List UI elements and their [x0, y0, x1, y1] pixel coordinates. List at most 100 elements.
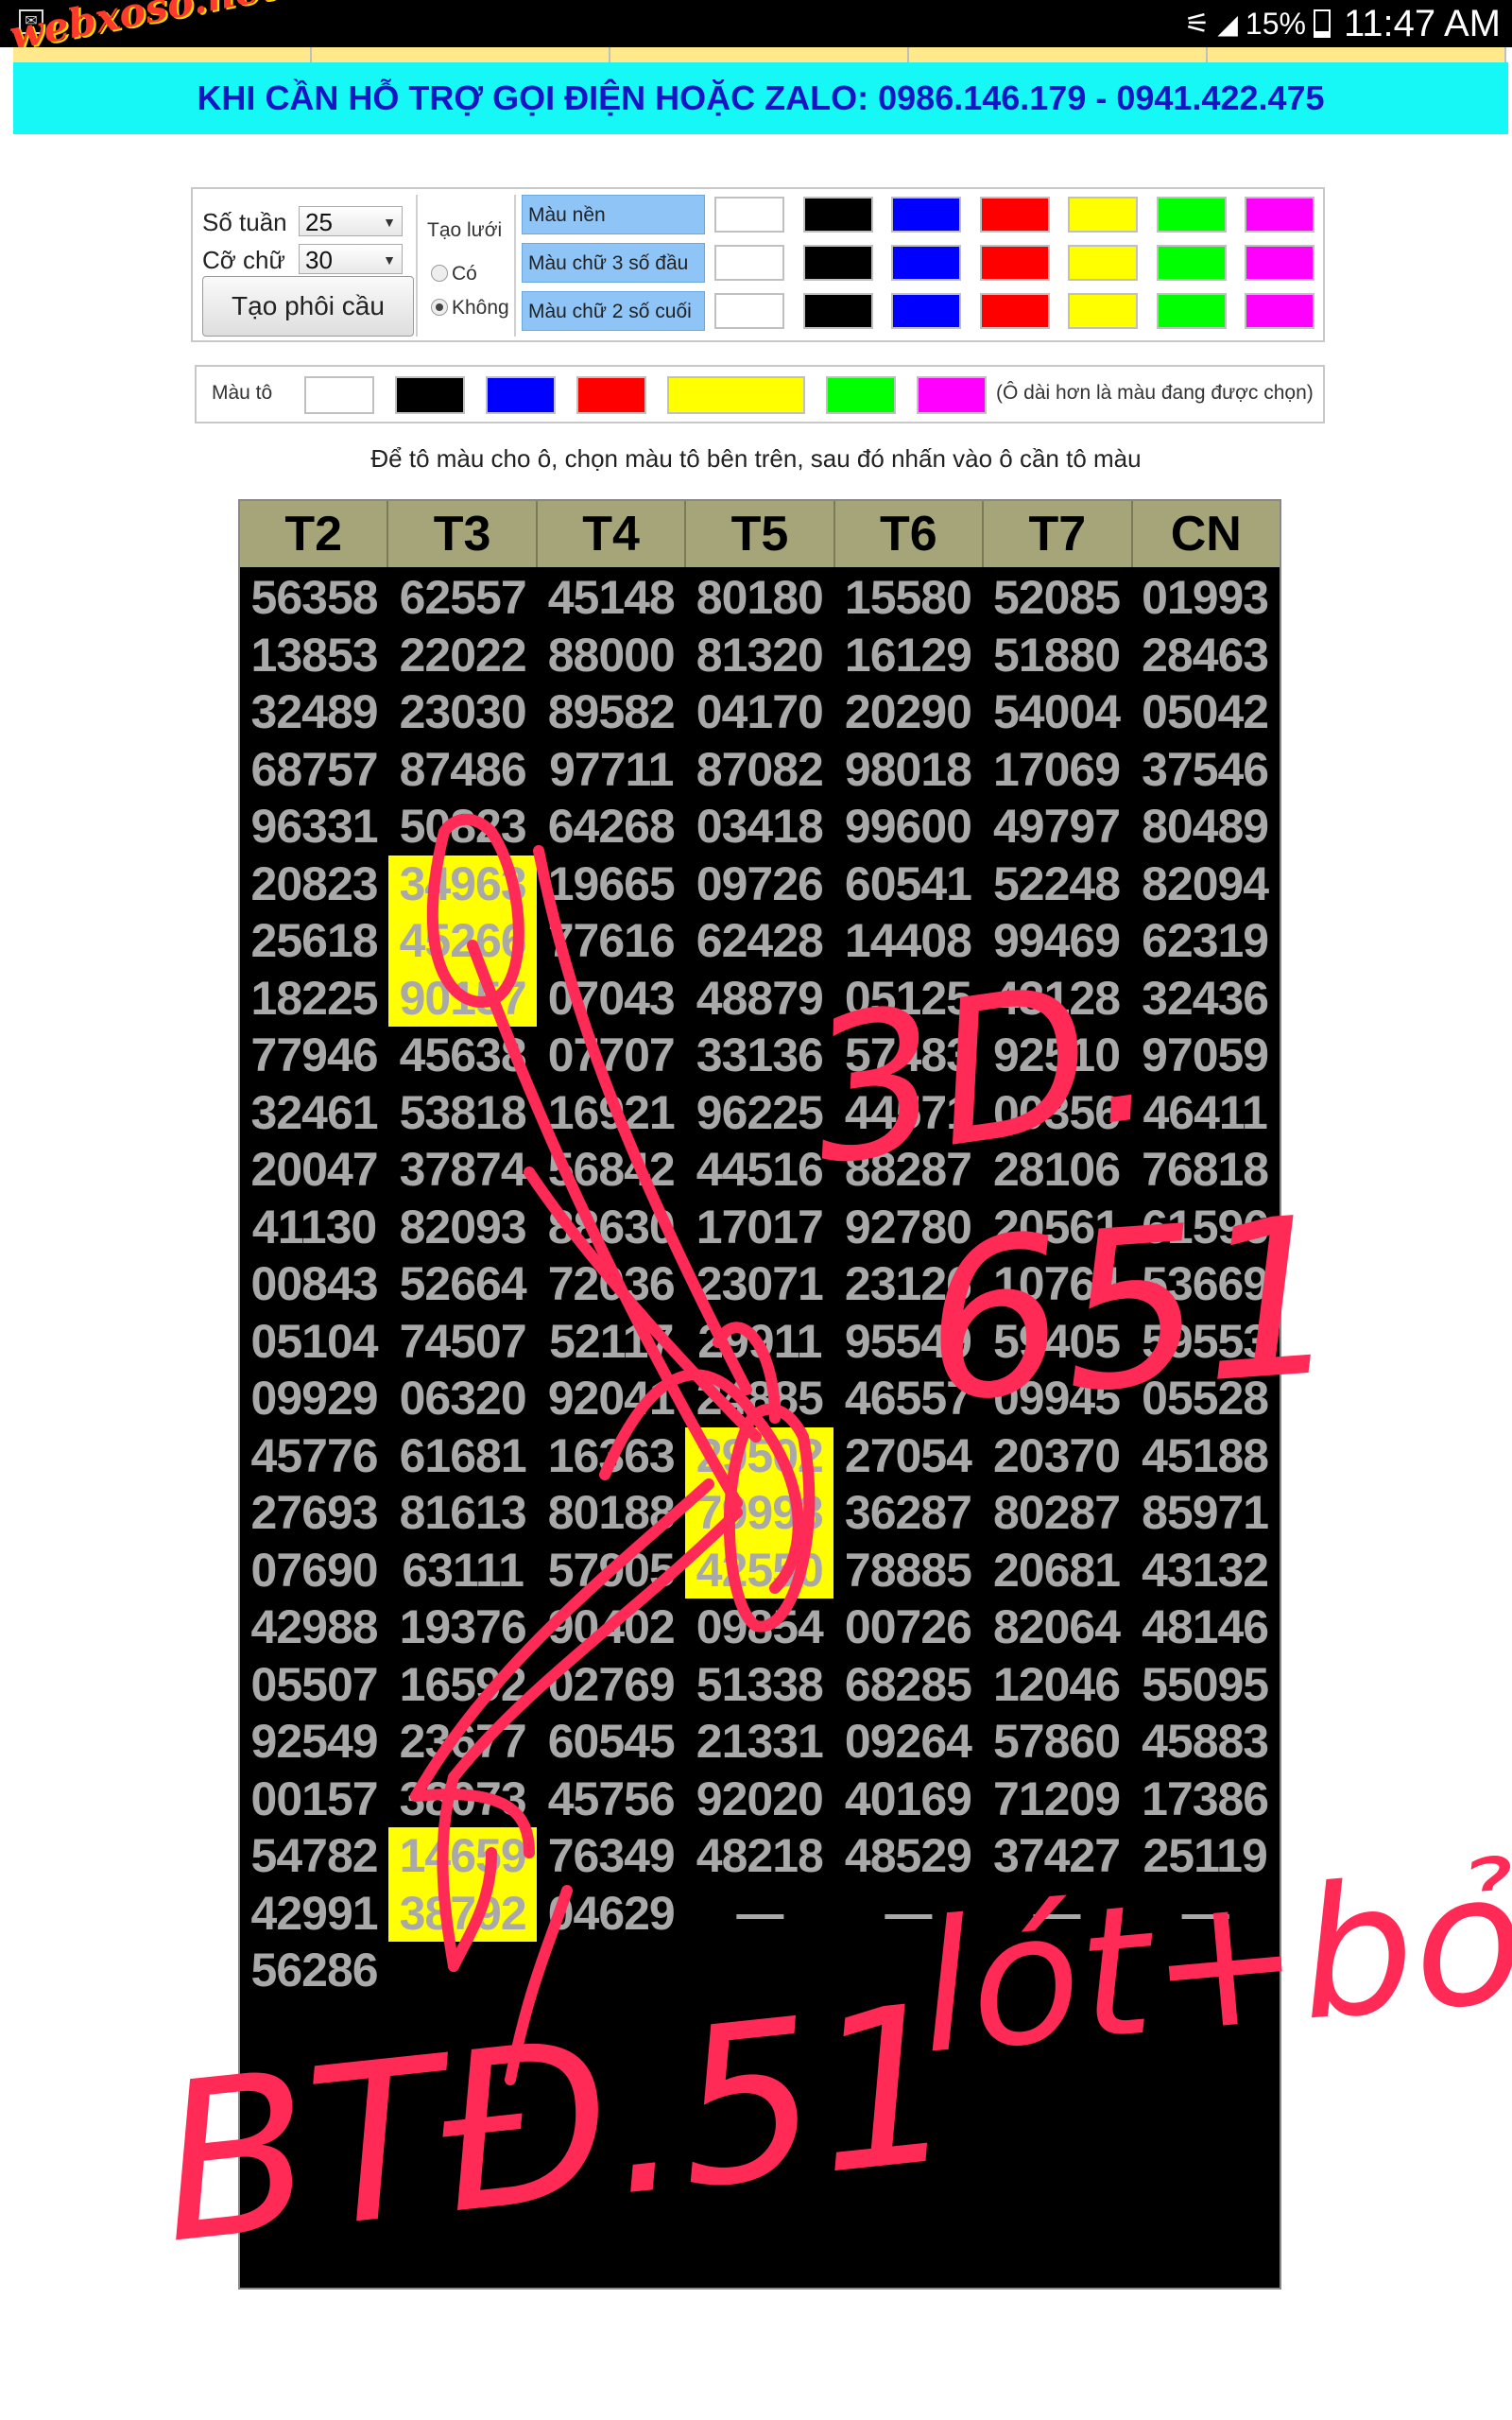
result-cell[interactable]: 12046	[982, 1656, 1130, 1714]
result-cell[interactable]: 62428	[685, 912, 833, 970]
result-cell[interactable]: 19376	[388, 1599, 537, 1656]
result-cell[interactable]: 05528	[1131, 1370, 1280, 1427]
result-cell[interactable]: 13853	[240, 627, 388, 684]
color-swatch[interactable]	[891, 197, 961, 233]
result-cell[interactable]: 64268	[537, 798, 685, 856]
result-cell[interactable]: 16363	[537, 1427, 685, 1485]
result-cell[interactable]: 52664	[388, 1255, 537, 1313]
result-cell[interactable]: 68757	[240, 741, 388, 799]
result-cell[interactable]: 09264	[833, 1713, 982, 1771]
result-cell[interactable]: 63111	[388, 1542, 537, 1599]
result-cell[interactable]: 97059	[1131, 1027, 1280, 1084]
result-cell[interactable]: —	[1131, 1885, 1280, 1943]
result-cell[interactable]: 00356	[982, 1084, 1130, 1142]
color-swatch[interactable]	[1245, 293, 1314, 329]
result-cell[interactable]: 17386	[1131, 1771, 1280, 1828]
color-swatch[interactable]	[1156, 245, 1227, 281]
result-cell[interactable]: 27693	[240, 1484, 388, 1542]
result-cell[interactable]: 76818	[1131, 1141, 1280, 1199]
result-cell[interactable]: 92780	[833, 1199, 982, 1256]
result-cell[interactable]: 71209	[982, 1771, 1130, 1828]
result-cell[interactable]: 29911	[685, 1313, 833, 1371]
result-cell[interactable]: 59405	[982, 1313, 1130, 1371]
result-cell[interactable]: 99600	[833, 798, 982, 856]
result-cell[interactable]: 90402	[537, 1599, 685, 1656]
result-cell[interactable]: 02769	[537, 1656, 685, 1714]
result-cell[interactable]: 00843	[240, 1255, 388, 1313]
result-cell[interactable]: 41130	[240, 1199, 388, 1256]
result-cell[interactable]: 09945	[982, 1370, 1130, 1427]
result-cell[interactable]: 38792	[388, 1884, 538, 1942]
result-cell[interactable]: 07707	[537, 1027, 685, 1084]
result-cell[interactable]: 09726	[685, 856, 833, 913]
result-cell[interactable]: 03418	[685, 798, 833, 856]
result-cell[interactable]: 52085	[982, 569, 1130, 627]
result-cell[interactable]: 05042	[1131, 683, 1280, 741]
result-cell[interactable]: 15580	[833, 569, 982, 627]
result-cell[interactable]: 48879	[685, 970, 833, 1028]
result-cell[interactable]: 88287	[833, 1141, 982, 1199]
color-swatch[interactable]	[802, 293, 873, 329]
color-swatch[interactable]	[1245, 245, 1314, 281]
result-cell[interactable]: 97711	[537, 741, 685, 799]
nav-item[interactable]	[13, 47, 312, 62]
result-cell[interactable]: 51880	[982, 627, 1130, 684]
result-cell[interactable]: 68285	[833, 1656, 982, 1714]
fill-color-swatch[interactable]	[486, 376, 556, 414]
color-swatch[interactable]	[1068, 197, 1138, 233]
result-cell[interactable]: 74507	[388, 1313, 537, 1371]
result-cell[interactable]: —	[685, 1885, 833, 1943]
color-swatch[interactable]	[802, 245, 873, 281]
result-cell[interactable]	[982, 1942, 1130, 1999]
result-cell[interactable]: 04629	[537, 1885, 685, 1943]
fill-color-swatch[interactable]	[917, 376, 987, 414]
result-cell[interactable]: 14659	[388, 1827, 538, 1885]
result-cell[interactable]: 56286	[240, 1942, 388, 1999]
result-cell[interactable]: 80180	[685, 569, 833, 627]
result-cell[interactable]: 01993	[1131, 569, 1280, 627]
fill-color-swatch[interactable]	[667, 376, 805, 414]
result-cell[interactable]: 23677	[388, 1713, 537, 1771]
result-cell[interactable]: 57483	[833, 1027, 982, 1084]
result-cell[interactable]: 56358	[240, 569, 388, 627]
result-cell[interactable]: 18225	[240, 970, 388, 1028]
result-cell[interactable]: 45756	[537, 1771, 685, 1828]
result-cell[interactable]: 32461	[240, 1084, 388, 1142]
color-swatch[interactable]	[714, 245, 784, 281]
result-cell[interactable]	[833, 1942, 982, 1999]
result-cell[interactable]: 37546	[1131, 741, 1280, 799]
result-cell[interactable]: 23030	[388, 683, 537, 741]
result-cell[interactable]: 76349	[537, 1827, 685, 1885]
result-cell[interactable]: 52248	[982, 856, 1130, 913]
result-cell[interactable]: 00726	[833, 1599, 982, 1656]
result-cell[interactable]: 07690	[240, 1542, 388, 1599]
result-cell[interactable]: 87486	[388, 741, 537, 799]
result-cell[interactable]: 42988	[240, 1599, 388, 1656]
result-cell[interactable]: 45266	[388, 912, 538, 970]
result-cell[interactable]: 21331	[685, 1713, 833, 1771]
result-cell[interactable]: 56842	[537, 1141, 685, 1199]
nav-item[interactable]	[610, 47, 909, 62]
result-cell[interactable]: 14408	[833, 912, 982, 970]
create-button[interactable]: Tạo phôi cầu	[202, 276, 414, 337]
result-cell[interactable]: 79993	[685, 1484, 834, 1542]
result-cell[interactable]: 61681	[388, 1427, 537, 1485]
result-cell[interactable]: 99469	[982, 912, 1130, 970]
result-cell[interactable]: 23126	[833, 1255, 982, 1313]
color-swatch[interactable]	[891, 293, 961, 329]
result-cell[interactable]: 80287	[982, 1484, 1130, 1542]
result-cell[interactable]: 38073	[388, 1771, 537, 1828]
result-cell[interactable]: 32436	[1131, 970, 1280, 1028]
result-cell[interactable]: 33136	[685, 1027, 833, 1084]
result-cell[interactable]: 37427	[982, 1827, 1130, 1885]
result-cell[interactable]: 46557	[833, 1370, 982, 1427]
result-cell[interactable]: 96331	[240, 798, 388, 856]
result-cell[interactable]: 48218	[685, 1827, 833, 1885]
result-cell[interactable]: 04170	[685, 683, 833, 741]
result-cell[interactable]: 09929	[240, 1370, 388, 1427]
grid-yes-radio[interactable]	[431, 265, 448, 282]
result-cell[interactable]: 06320	[388, 1370, 537, 1427]
result-cell[interactable]: 27054	[833, 1427, 982, 1485]
result-cell[interactable]: 16129	[833, 627, 982, 684]
result-cell[interactable]: 34963	[388, 855, 538, 912]
